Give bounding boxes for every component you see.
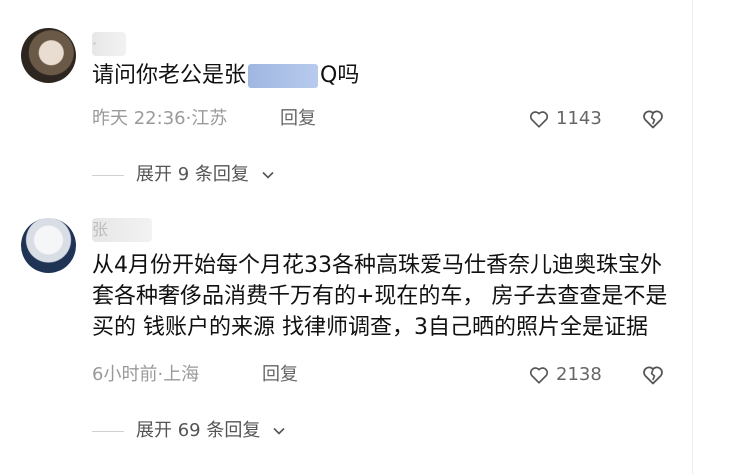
broken-heart-icon[interactable] bbox=[641, 107, 665, 131]
expand-replies-label: 展开 69 条回复 bbox=[136, 420, 261, 441]
like-count: 2138 bbox=[556, 364, 602, 385]
redacted-name bbox=[248, 64, 319, 88]
username[interactable]: 张 bbox=[92, 218, 152, 242]
expand-replies-button[interactable]: 展开 69 条回复 bbox=[92, 419, 286, 443]
comment-text-part: 吗 bbox=[337, 63, 360, 88]
divider-line bbox=[92, 430, 124, 432]
comment-location: 江苏 bbox=[191, 108, 228, 129]
chevron-down-icon bbox=[262, 171, 274, 179]
comment-text-part: Q bbox=[320, 63, 338, 88]
comment-time: 6小时前 bbox=[92, 364, 158, 385]
comment-text-part: 请问你老公是 bbox=[92, 63, 225, 88]
avatar[interactable] bbox=[21, 28, 76, 83]
comment-meta: 昨天 22:36·江苏 bbox=[92, 107, 227, 131]
username[interactable]: · bbox=[92, 32, 126, 56]
comment-list: · 请问你老公是张 Q吗 昨天 22:36·江苏 回复 1143 展开 9 条回复… bbox=[0, 0, 693, 474]
like-count: 1143 bbox=[556, 108, 602, 129]
broken-heart-icon[interactable] bbox=[641, 363, 665, 387]
divider-line bbox=[92, 174, 124, 176]
comment-time: 昨天 22:36 bbox=[92, 108, 186, 129]
avatar[interactable] bbox=[21, 218, 76, 273]
heart-outline-icon bbox=[529, 367, 549, 384]
expand-replies-label: 展开 9 条回复 bbox=[136, 164, 249, 185]
chevron-down-icon bbox=[273, 427, 285, 435]
comment-text: 从4月份开始每个月花33各种高珠爱马仕香奈儿迪奥珠宝外套各种奢侈品消费千万有的+… bbox=[92, 253, 668, 340]
comment-location: 上海 bbox=[163, 364, 200, 385]
comment-meta: 6小时前·上海 bbox=[92, 363, 199, 387]
expand-replies-button[interactable]: 展开 9 条回复 bbox=[92, 163, 275, 187]
comment-text: 请问你老公是张 Q吗 bbox=[92, 60, 677, 91]
reply-button[interactable]: 回复 bbox=[262, 363, 298, 387]
reply-button[interactable]: 回复 bbox=[280, 107, 316, 131]
like-button[interactable]: 1143 bbox=[528, 107, 602, 131]
heart-outline-icon bbox=[529, 111, 549, 128]
comment-text-part: 张 bbox=[224, 63, 247, 88]
like-button[interactable]: 2138 bbox=[528, 363, 602, 387]
